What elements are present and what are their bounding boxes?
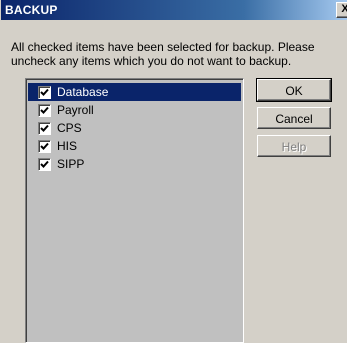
list-item-label: CPS [57,121,82,135]
list-item-label: Payroll [57,103,94,117]
checkmark-icon [40,142,49,150]
checkmark-icon [40,124,49,132]
list-item-database[interactable]: Database [28,83,241,101]
checkmark-icon [40,106,49,114]
checkbox-cps[interactable] [38,121,51,135]
list-item-label: SIPP [57,157,85,171]
list-item-label: HIS [57,139,78,153]
backup-dialog: BACKUP X All checked items have been sel… [0,0,347,343]
cancel-button[interactable]: Cancel [257,107,331,129]
list-item-sipp[interactable]: SIPP [28,155,241,173]
checkbox-database[interactable] [38,85,51,99]
checkbox-his[interactable] [38,139,51,153]
close-icon: X [341,3,347,15]
backup-items-list[interactable]: Database Payroll CPS HIS SIPP [25,78,244,343]
checkmark-icon [40,88,49,96]
close-button[interactable]: X [336,2,347,18]
list-item-payroll[interactable]: Payroll [28,101,241,119]
checkbox-sipp[interactable] [38,157,51,171]
checkmark-icon [40,160,49,168]
help-button[interactable]: Help [257,135,331,157]
ok-button[interactable]: OK [256,78,332,102]
window-title: BACKUP [5,3,58,17]
checkbox-payroll[interactable] [38,103,51,117]
list-item-label: Database [57,85,109,99]
instruction-text: All checked items have been selected for… [11,40,315,68]
title-bar[interactable]: BACKUP X [1,0,347,20]
list-item-cps[interactable]: CPS [28,119,241,137]
list-item-his[interactable]: HIS [28,137,241,155]
